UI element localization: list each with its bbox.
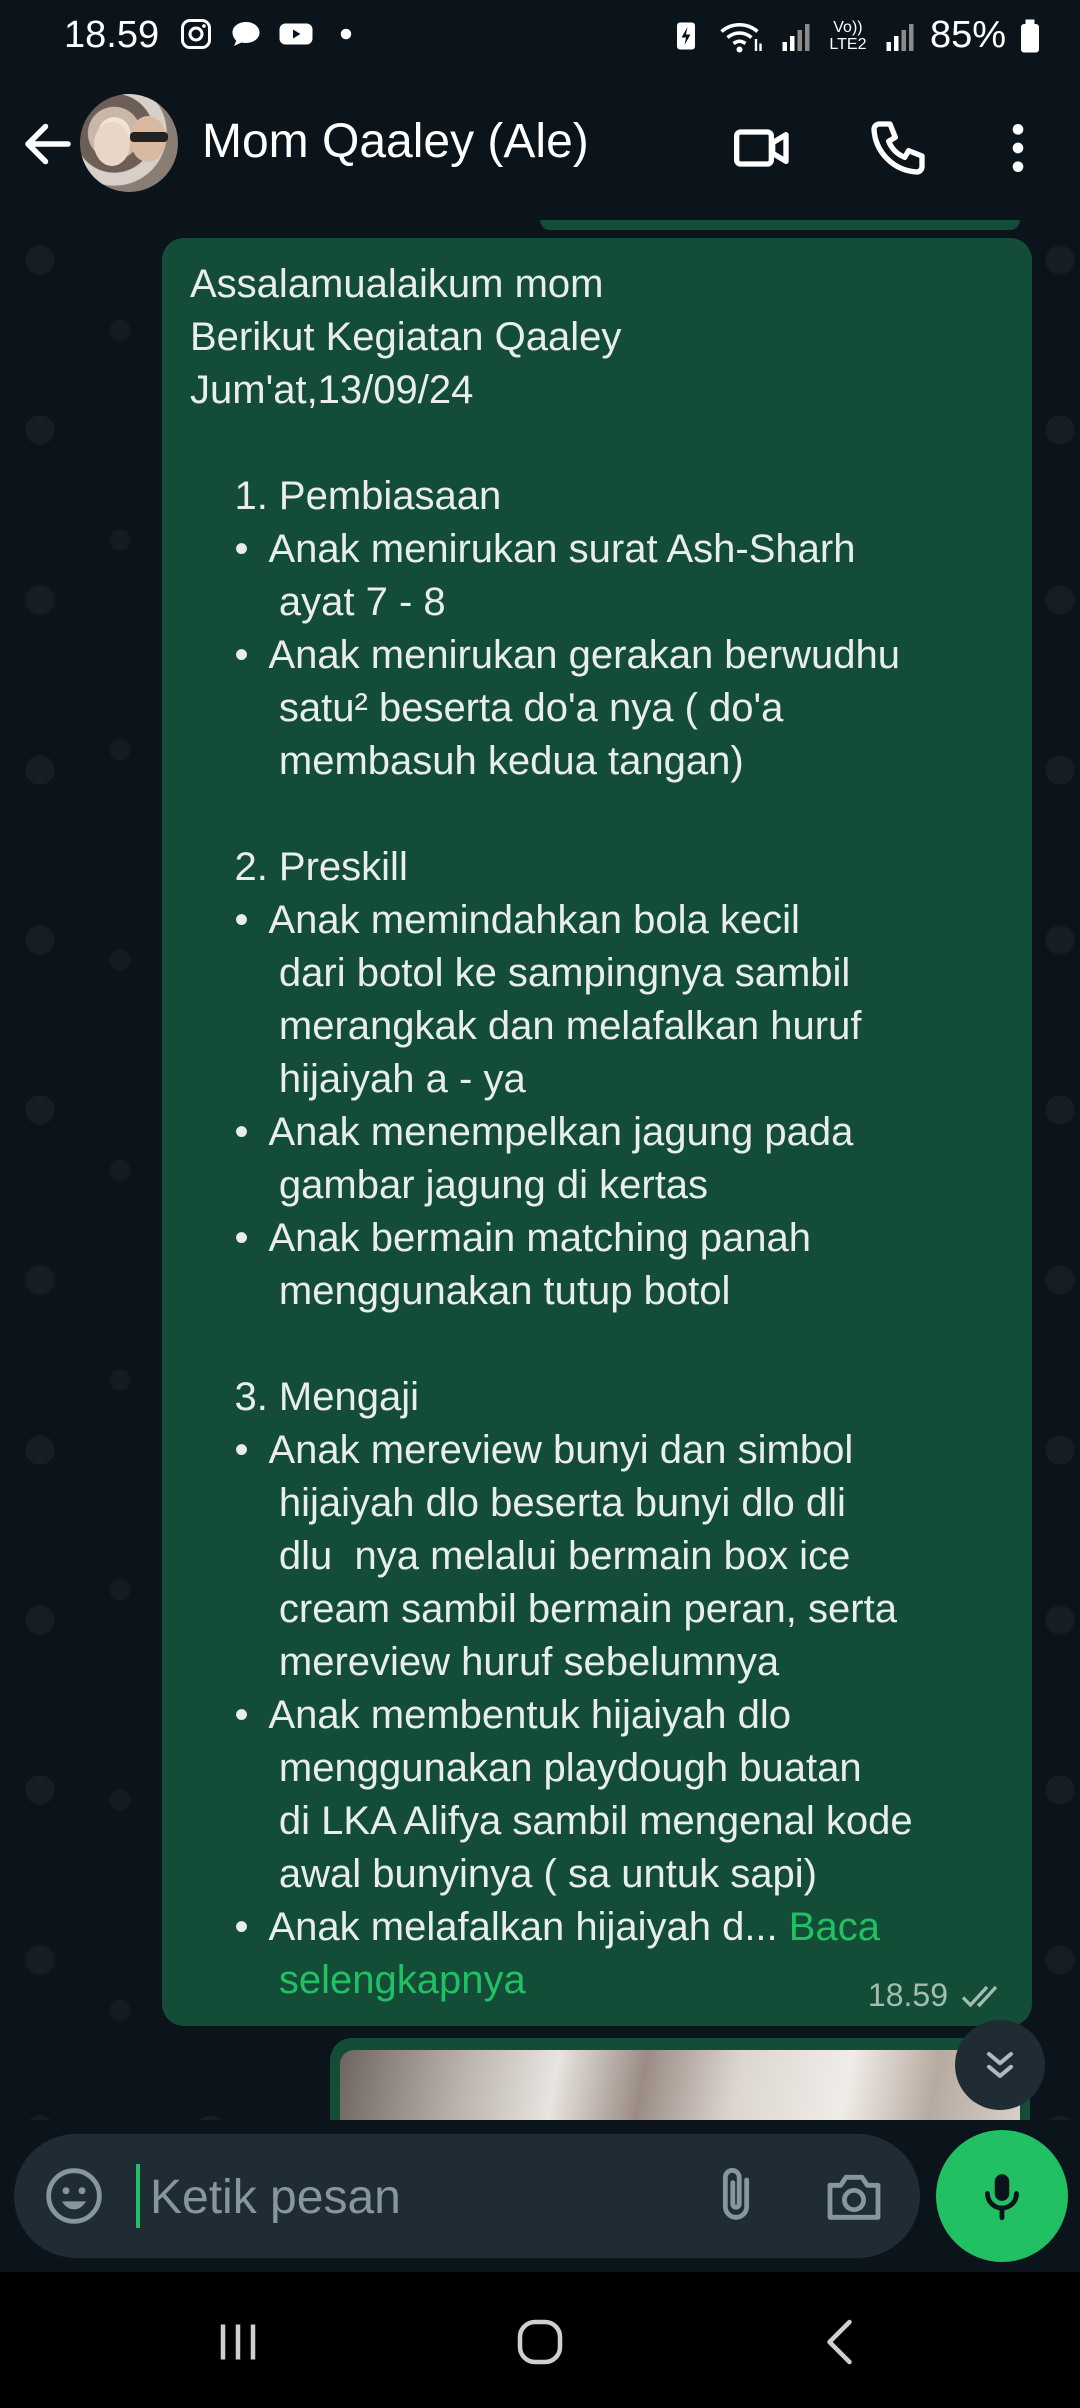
signal-icon <box>782 23 810 51</box>
wifi-icon <box>720 22 762 52</box>
attachment-icon[interactable] <box>704 2162 768 2230</box>
chat-header: Mom Qaaley (Ale) <box>0 72 1080 220</box>
youtube-icon <box>279 23 313 45</box>
battery-saver-icon <box>676 22 695 49</box>
back-arrow-icon[interactable] <box>18 114 78 174</box>
chat-area[interactable]: Assalamualaikum mom Berikut Kegiatan Qaa… <box>0 220 1080 2120</box>
media-message-bubble[interactable] <box>330 2038 1030 2120</box>
back-icon[interactable] <box>812 2312 872 2372</box>
video-call-icon[interactable] <box>730 116 794 180</box>
double-chevron-down-icon <box>986 2051 1014 2079</box>
system-nav-bar <box>0 2272 1080 2408</box>
notification-icons <box>178 16 364 52</box>
status-time: 18.59 <box>64 14 160 56</box>
home-icon[interactable] <box>510 2312 570 2372</box>
message-meta: 18.59 <box>868 1977 1008 2014</box>
scroll-to-bottom-button[interactable] <box>955 2020 1045 2110</box>
signal-2-icon <box>886 23 914 51</box>
avatar[interactable] <box>80 94 178 192</box>
double-check-icon <box>961 1985 998 2007</box>
message-input[interactable] <box>148 2168 692 2226</box>
message-time: 18.59 <box>867 1977 948 2013</box>
message-composer <box>14 2134 920 2258</box>
contact-name[interactable]: Mom Qaaley (Ale) <box>202 114 589 169</box>
image-thumbnail[interactable] <box>340 2050 1020 2120</box>
previous-message-bubble <box>540 220 1020 230</box>
message-body: Assalamualaikum mom Berikut Kegiatan Qaa… <box>190 262 913 1949</box>
recent-apps-icon[interactable] <box>208 2312 268 2372</box>
battery-percent: 85% <box>929 14 1006 56</box>
camera-icon[interactable] <box>820 2164 888 2228</box>
outgoing-message-bubble[interactable]: Assalamualaikum mom Berikut Kegiatan Qaa… <box>162 238 1032 2026</box>
text-caret <box>136 2164 140 2228</box>
emoji-icon[interactable] <box>42 2164 106 2228</box>
microphone-icon <box>985 2174 1019 2221</box>
more-options-icon[interactable] <box>986 116 1050 180</box>
voice-call-icon[interactable] <box>866 116 930 180</box>
status-right: Vo)) LTE2 85% <box>668 14 1042 57</box>
network-label: Vo)) LTE2 <box>829 18 867 53</box>
dot-icon <box>340 28 352 40</box>
message-text: Assalamualaikum mom Berikut Kegiatan Qaa… <box>190 258 1010 2007</box>
status-bar: 18.59 Vo)) LTE2 85% <box>0 0 1080 72</box>
message-bubble-icon <box>232 22 260 46</box>
instagram-icon <box>181 19 211 49</box>
battery-icon <box>1021 19 1039 52</box>
mic-button[interactable] <box>936 2130 1068 2262</box>
